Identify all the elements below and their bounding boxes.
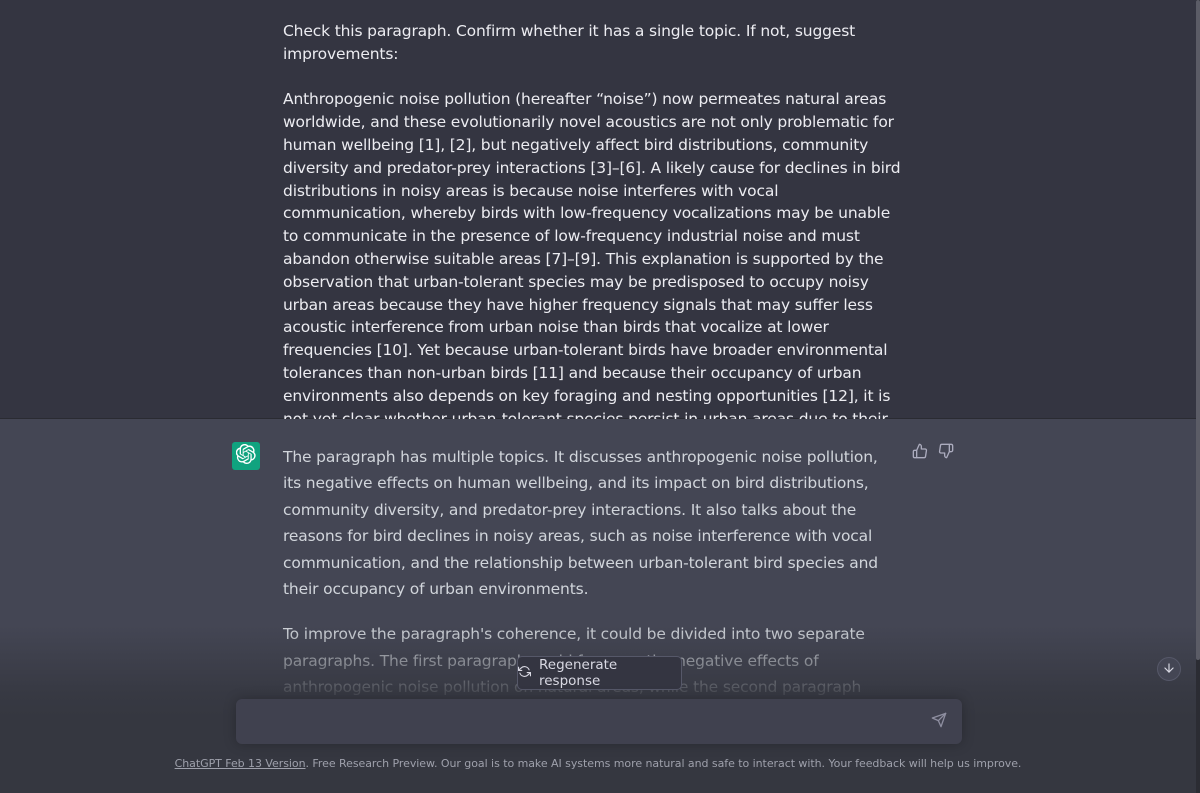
arrow-down-icon	[1162, 660, 1176, 679]
footer-text: . Free Research Preview. Our goal is to …	[305, 757, 1022, 770]
send-icon	[931, 712, 947, 732]
openai-logo-icon	[235, 443, 256, 468]
send-button[interactable]	[930, 712, 948, 732]
scrollbar-track[interactable]	[1196, 0, 1200, 793]
scroll-to-bottom-button[interactable]	[1157, 657, 1181, 681]
message-composer	[236, 699, 962, 744]
feedback-buttons	[912, 443, 954, 463]
message-input[interactable]	[250, 711, 914, 737]
user-message-text: Check this paragraph. Confirm whether it…	[283, 20, 901, 476]
assistant-paragraph: The paragraph has multiple topics. It di…	[283, 448, 878, 599]
scrollbar-thumb[interactable]	[1196, 0, 1200, 660]
regenerate-label: Regenerate response	[539, 657, 618, 689]
thumbs-down-icon	[938, 443, 954, 463]
user-prompt: Check this paragraph. Confirm whether it…	[283, 22, 856, 63]
refresh-icon	[518, 665, 531, 682]
user-paragraph: Anthropogenic noise pollution (hereafter…	[283, 90, 901, 450]
regenerate-response-button[interactable]: Regenerate response	[517, 656, 682, 690]
user-message: Check this paragraph. Confirm whether it…	[0, 0, 1196, 450]
version-link[interactable]: ChatGPT Feb 13 Version	[175, 757, 306, 770]
thumbs-down-button[interactable]	[938, 443, 954, 463]
footer-disclaimer: ChatGPT Feb 13 Version. Free Research Pr…	[0, 757, 1196, 770]
thumbs-up-button[interactable]	[912, 443, 928, 463]
chat-page: Check this paragraph. Confirm whether it…	[0, 0, 1200, 793]
assistant-avatar	[232, 442, 260, 470]
thumbs-up-icon	[912, 443, 928, 463]
